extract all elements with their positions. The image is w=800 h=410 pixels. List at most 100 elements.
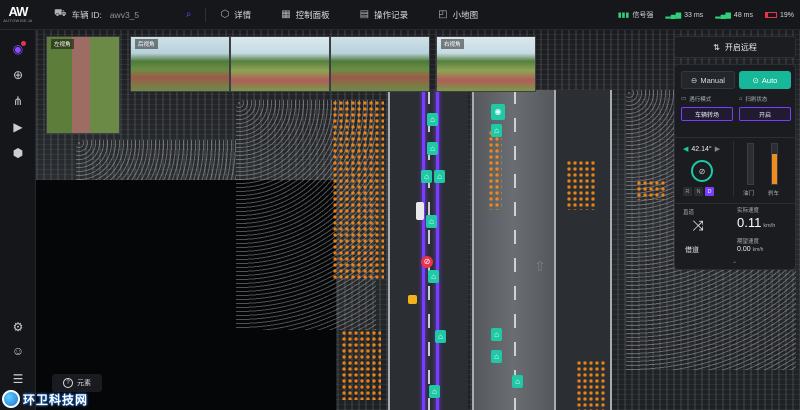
brake-gauge (771, 143, 778, 185)
obstacle-points (332, 100, 384, 280)
menu-expand-icon[interactable]: ☰ (9, 370, 27, 388)
pedestrian-marker[interactable]: ⌂ (427, 142, 438, 155)
brake-fill (772, 154, 777, 184)
sweep-status-col: ⌂ 扫刷状态 开启 (739, 95, 791, 133)
camera-rear-label: 后视角 (135, 39, 158, 49)
network-icon: ▂▄▆ (665, 12, 682, 19)
lane-edge-line (388, 90, 390, 410)
vehicle-id-value[interactable]: awv3_5 (110, 0, 182, 30)
vegetation-points (76, 140, 236, 180)
camera-rear-view[interactable]: 后视角 (130, 36, 230, 92)
stop-sign-marker[interactable]: ⊘ (421, 256, 433, 268)
brand-logo: AW AUTOWISE.AI (3, 4, 33, 23)
gear-d[interactable]: D (705, 187, 714, 196)
pedestrian-marker[interactable]: ⌂ (426, 215, 437, 228)
topology-icon[interactable]: ⋔ (9, 92, 27, 110)
status-bar: ▮▮▮ 信号强 ▂▄▆ 33 ms ▂▄▆ 48 ms 19% (618, 0, 794, 30)
camera-left-view[interactable]: 左视角 (46, 36, 120, 134)
sweep-icon: ⌂ (739, 96, 743, 102)
driving-mode-col: ▭ 遇行模式 车辆转场 (681, 95, 733, 133)
search-icon[interactable]: ⌕ (186, 9, 192, 20)
divider (675, 203, 795, 204)
auto-mode-button[interactable]: ⊙ Auto (739, 71, 791, 89)
pedestrian-marker[interactable]: ⌂ (491, 124, 502, 137)
lane-edge-line (554, 90, 556, 410)
pedestrian-marker[interactable]: ⌂ (512, 375, 523, 388)
camera-left-label: 左视角 (51, 39, 74, 49)
gear-r[interactable]: R (683, 187, 692, 196)
planned-path-line (436, 90, 439, 410)
camera-right-label: 右视角 (441, 39, 464, 49)
enable-remote-button[interactable]: ⇅ 开启远程 (674, 36, 796, 58)
watermark: 环卫科技网 (2, 390, 88, 408)
obstacle-points (566, 160, 596, 210)
cube-icon[interactable]: ⬢ (9, 144, 27, 162)
warning-marker[interactable] (408, 295, 417, 304)
pedestrian-marker[interactable]: ⌂ (491, 350, 502, 363)
camera-front-wide-view[interactable] (330, 36, 430, 92)
divider (733, 141, 734, 197)
control-panel: ⊖ Manual ⊙ Auto ▭ 遇行模式 车辆转场 ⌂ 扫刷状态 开启 ◀ 42… (674, 64, 796, 270)
latency-status-2: ▂▄▆ 48 ms (715, 11, 753, 20)
camera-right-view[interactable]: 右视角 (436, 36, 536, 92)
lane-edge-line (472, 90, 474, 410)
map-icon: ◰ (438, 9, 448, 20)
cube-icon: ⬡ (220, 9, 230, 20)
driving-mode-select[interactable]: 车辆转场 (681, 107, 733, 121)
pedestrian-marker[interactable]: ⌂ (421, 170, 432, 183)
vehicle-status-icon[interactable]: ◉ (9, 40, 27, 58)
direction-value: 借道 (685, 247, 699, 254)
chevron-up-icon[interactable]: ⌃ (732, 261, 737, 268)
gear-selector: R N D (683, 187, 714, 196)
gear-n[interactable]: N (694, 187, 703, 196)
nav-mini-map[interactable]: ◰ 小地图 (438, 0, 478, 30)
signal-status: ▮▮▮ 信号强 (617, 12, 654, 19)
manual-mode-button[interactable]: ⊖ Manual (681, 71, 735, 89)
battery-status: 19% (764, 12, 794, 19)
lane-dash-line (428, 90, 430, 410)
top-bar: AW AUTOWISE.AI ⛟ 车辆 ID: awv3_5 ⌕ ⬡ 详情 ▦ … (0, 0, 800, 30)
nav-details[interactable]: ⬡ 详情 (220, 0, 251, 30)
road-arrow-marking: ⇧ (534, 258, 546, 274)
remote-icon: ⇅ (713, 42, 720, 52)
brake-label: 刹车 (768, 191, 780, 197)
mode-settings: ▭ 遇行模式 车辆转场 ⌂ 扫刷状态 开启 (681, 95, 791, 133)
throttle-label: 油门 (743, 191, 755, 197)
expected-speed: 0.00 km/h (737, 246, 764, 253)
road-lane-center (472, 90, 554, 410)
pedestrian-marker[interactable]: ⌂ (434, 170, 445, 183)
search-zoom-icon[interactable]: ⊕ (9, 66, 27, 84)
ego-vehicle[interactable] (416, 202, 424, 220)
latency-status-1: ▂▄▆ 33 ms (665, 11, 704, 20)
expected-speed-label: 期望速度 (737, 239, 760, 245)
pedestrian-marker[interactable]: ⌂ (491, 328, 502, 341)
pedestrian-marker[interactable]: ⌂ (427, 113, 438, 126)
actual-speed: 0.11 km/h (737, 215, 776, 230)
driving-mode-header: 遇行模式 (689, 97, 712, 103)
watermark-logo-icon (2, 390, 20, 408)
sweep-status-toggle[interactable]: 开启 (739, 107, 791, 121)
nav-operation-log[interactable]: ▤ 操作记录 (360, 0, 408, 30)
obstacle-points (488, 130, 502, 210)
lane-edge-line (610, 90, 612, 410)
mode-icon: ▭ (681, 96, 687, 102)
drive-mode-toggle: ⊖ Manual ⊙ Auto (681, 71, 791, 89)
obstacle-points (636, 180, 666, 200)
settings-gear-icon[interactable]: ⚙ (9, 318, 27, 336)
vehicle-id-label: ⛟ 车辆 ID: (54, 8, 102, 20)
sweep-status-header: 扫刷状态 (745, 97, 768, 103)
planned-path-line (422, 90, 425, 410)
user-profile-icon[interactable]: ☺ (9, 342, 27, 360)
divider (675, 137, 795, 138)
network-icon: ▂▄▆ (715, 12, 731, 19)
actual-speed-label: 实际速度 (737, 208, 760, 214)
pedestrian-marker[interactable]: ⌂ (435, 330, 446, 343)
pedestrian-marker[interactable]: ◉ (491, 104, 505, 120)
play-video-icon[interactable]: ▶ (9, 118, 27, 136)
arrow-right-icon: ▶ (714, 146, 721, 153)
pedestrian-marker[interactable]: ⌂ (429, 385, 440, 398)
nav-control-panel[interactable]: ▦ 控制面板 (281, 0, 329, 30)
camera-front-view[interactable] (230, 36, 330, 92)
pedestrian-marker[interactable]: ⌂ (428, 270, 439, 283)
throttle-gauge (747, 143, 754, 185)
